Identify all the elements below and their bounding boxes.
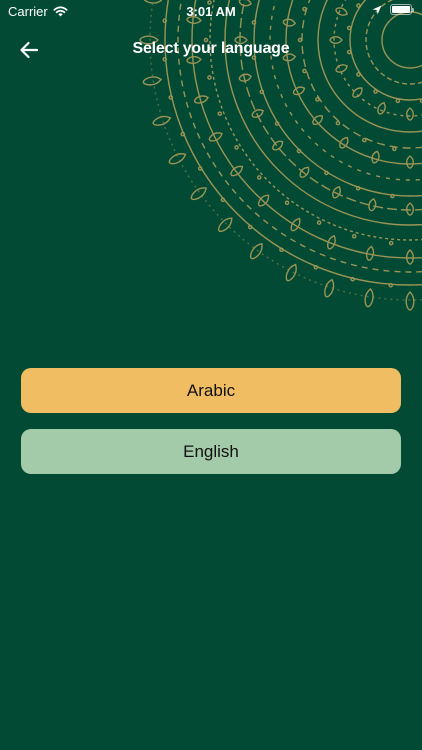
- navigation-bar: Select your language: [0, 30, 422, 70]
- language-selection-screen: Carrier 3:01 AM Select your language Ara…: [0, 0, 422, 750]
- location-arrow-icon: [372, 5, 382, 14]
- arabic-language-button[interactable]: Arabic: [21, 368, 401, 413]
- status-bar: Carrier 3:01 AM: [0, 0, 422, 22]
- battery-level: [392, 6, 410, 13]
- status-right-group: [372, 4, 414, 15]
- page-title: Select your language: [132, 40, 290, 57]
- english-language-button[interactable]: English: [21, 429, 401, 474]
- status-time: 3:01 AM: [186, 4, 236, 19]
- battery-icon: [390, 4, 414, 15]
